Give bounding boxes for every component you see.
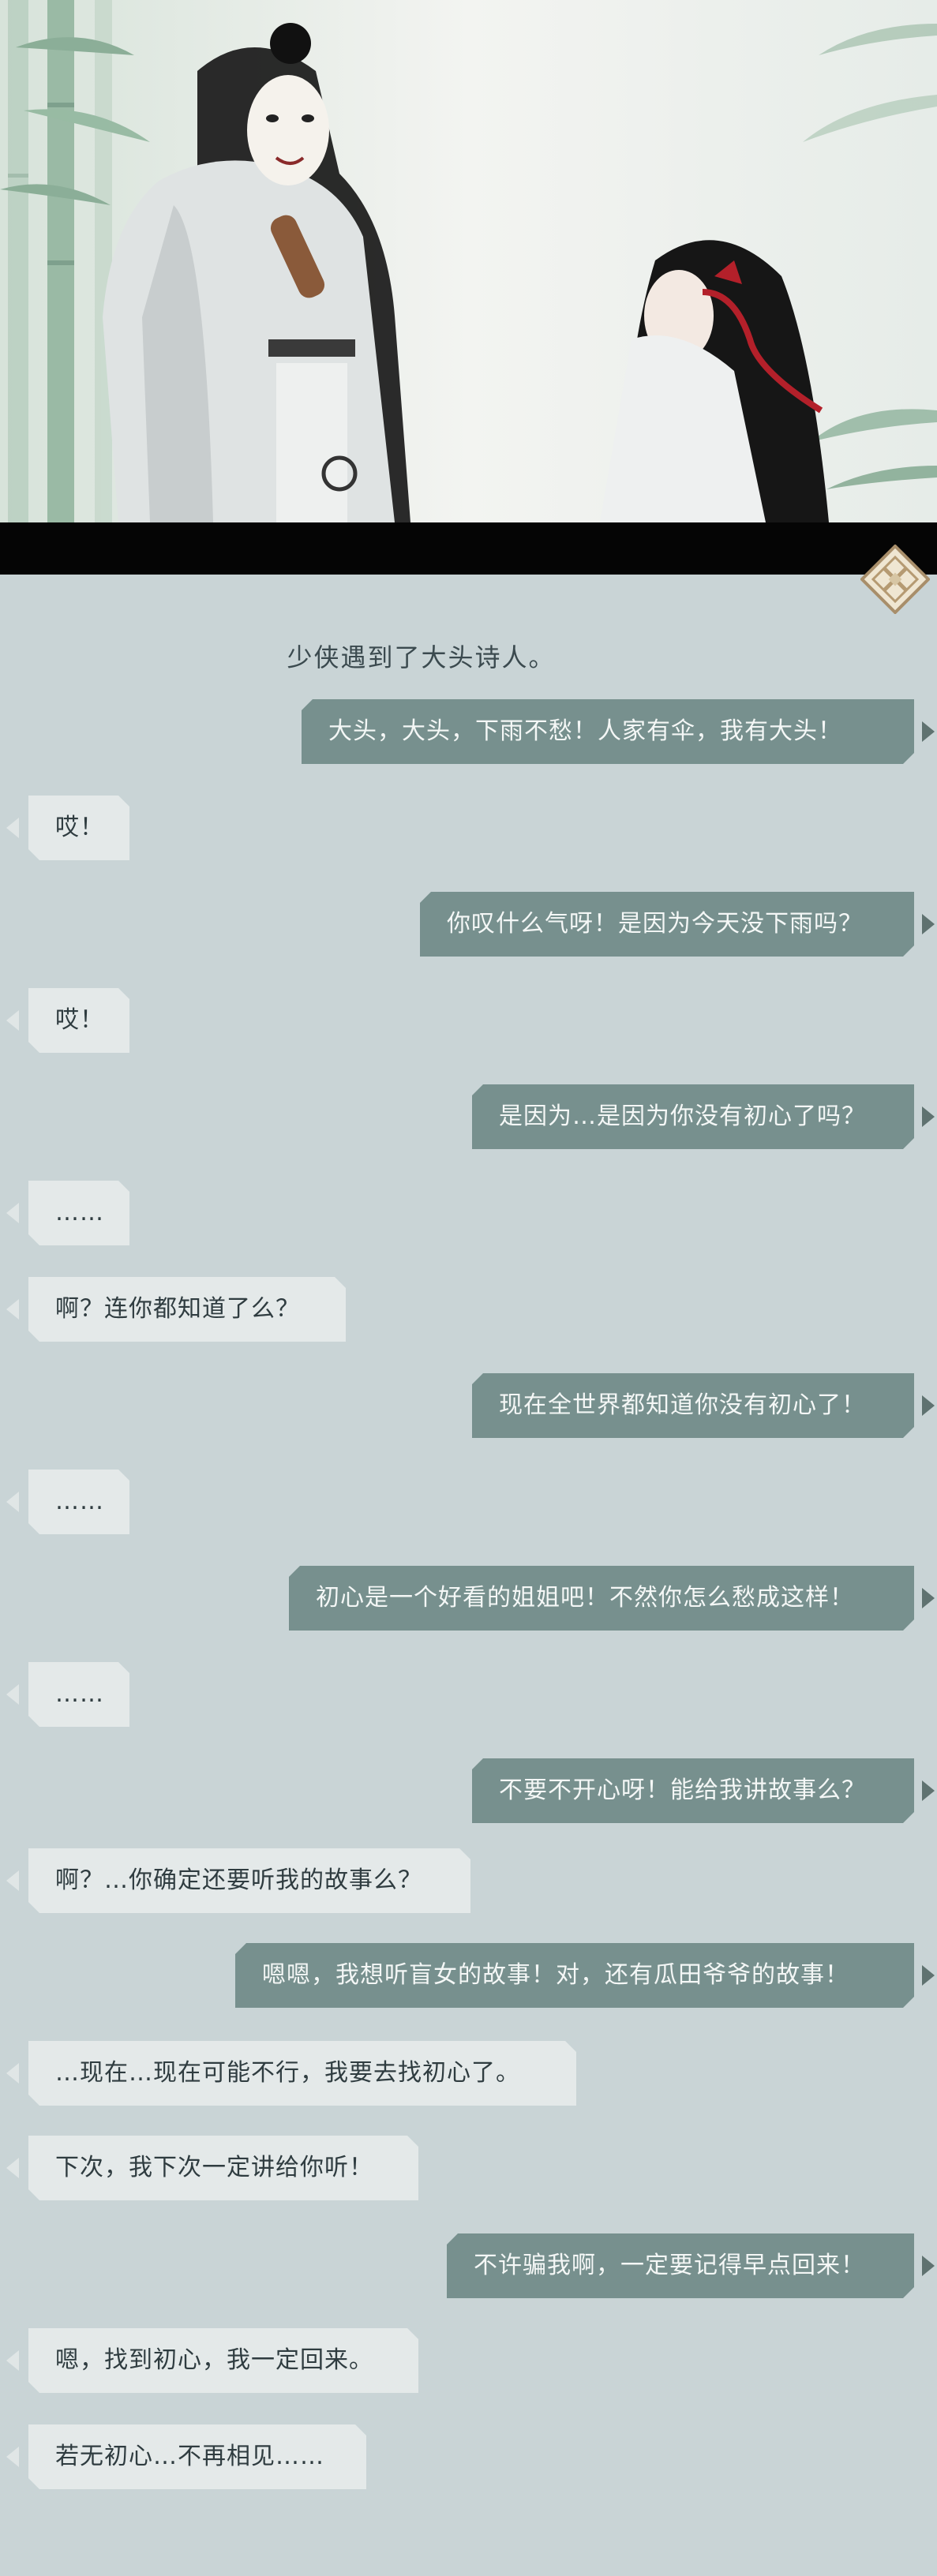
scene-divider-band bbox=[0, 522, 937, 575]
story-illustration bbox=[0, 0, 937, 522]
npc-message[interactable]: 若无初心…不再相见…… bbox=[28, 2424, 366, 2489]
triangle-left-icon bbox=[6, 1010, 19, 1031]
npc-message[interactable]: …现在…现在可能不行，我要去找初心了。 bbox=[28, 2041, 576, 2106]
triangle-left-icon bbox=[6, 2158, 19, 2178]
triangle-right-icon bbox=[922, 1965, 935, 1986]
triangle-left-icon bbox=[6, 1299, 19, 1320]
npc-message[interactable]: 啊？…你确定还要听我的故事么？ bbox=[28, 1848, 470, 1913]
player-message[interactable]: 现在全世界都知道你没有初心了！ bbox=[472, 1373, 914, 1438]
triangle-left-icon bbox=[6, 2447, 19, 2467]
triangle-left-icon bbox=[6, 818, 19, 838]
triangle-left-icon bbox=[6, 1684, 19, 1705]
npc-message[interactable]: 哎！ bbox=[28, 796, 129, 860]
triangle-right-icon bbox=[922, 2256, 935, 2276]
menu-diamond-icon[interactable] bbox=[860, 544, 931, 615]
player-message[interactable]: 初心是一个好看的姐姐吧！不然你怎么愁成这样！ bbox=[289, 1566, 914, 1631]
triangle-right-icon bbox=[922, 721, 935, 742]
narration-text: 少侠遇到了大头诗人。 bbox=[0, 638, 937, 674]
triangle-right-icon bbox=[922, 914, 935, 934]
triangle-left-icon bbox=[6, 1870, 19, 1891]
player-message[interactable]: 大头，大头，下雨不愁！人家有伞，我有大头！ bbox=[302, 699, 914, 764]
triangle-right-icon bbox=[922, 1588, 935, 1608]
npc-message[interactable]: 啊？连你都知道了么？ bbox=[28, 1277, 346, 1342]
npc-message[interactable]: …… bbox=[28, 1181, 129, 1245]
narration-label: 少侠遇到了大头诗人。 bbox=[287, 642, 556, 672]
npc-message[interactable]: 下次，我下次一定讲给你听！ bbox=[28, 2136, 418, 2200]
triangle-right-icon bbox=[922, 1395, 935, 1416]
player-message[interactable]: 不许骗我啊，一定要记得早点回来！ bbox=[447, 2233, 914, 2298]
triangle-right-icon bbox=[922, 1780, 935, 1801]
npc-message[interactable]: …… bbox=[28, 1662, 129, 1727]
npc-message[interactable]: 哎！ bbox=[28, 988, 129, 1053]
player-message[interactable]: 嗯嗯，我想听盲女的故事！对，还有瓜田爷爷的故事！ bbox=[235, 1943, 914, 2008]
player-message[interactable]: 不要不开心呀！能给我讲故事么？ bbox=[472, 1758, 914, 1823]
player-message[interactable]: 你叹什么气呀！是因为今天没下雨吗？ bbox=[420, 892, 914, 957]
npc-message[interactable]: …… bbox=[28, 1470, 129, 1534]
triangle-left-icon bbox=[6, 2350, 19, 2371]
triangle-left-icon bbox=[6, 1203, 19, 1223]
triangle-left-icon bbox=[6, 2063, 19, 2084]
triangle-right-icon bbox=[922, 1106, 935, 1127]
scene-artwork bbox=[0, 0, 937, 522]
triangle-left-icon bbox=[6, 1492, 19, 1512]
player-message[interactable]: 是因为…是因为你没有初心了吗？ bbox=[472, 1084, 914, 1149]
npc-message[interactable]: 嗯，找到初心，我一定回来。 bbox=[28, 2328, 418, 2393]
